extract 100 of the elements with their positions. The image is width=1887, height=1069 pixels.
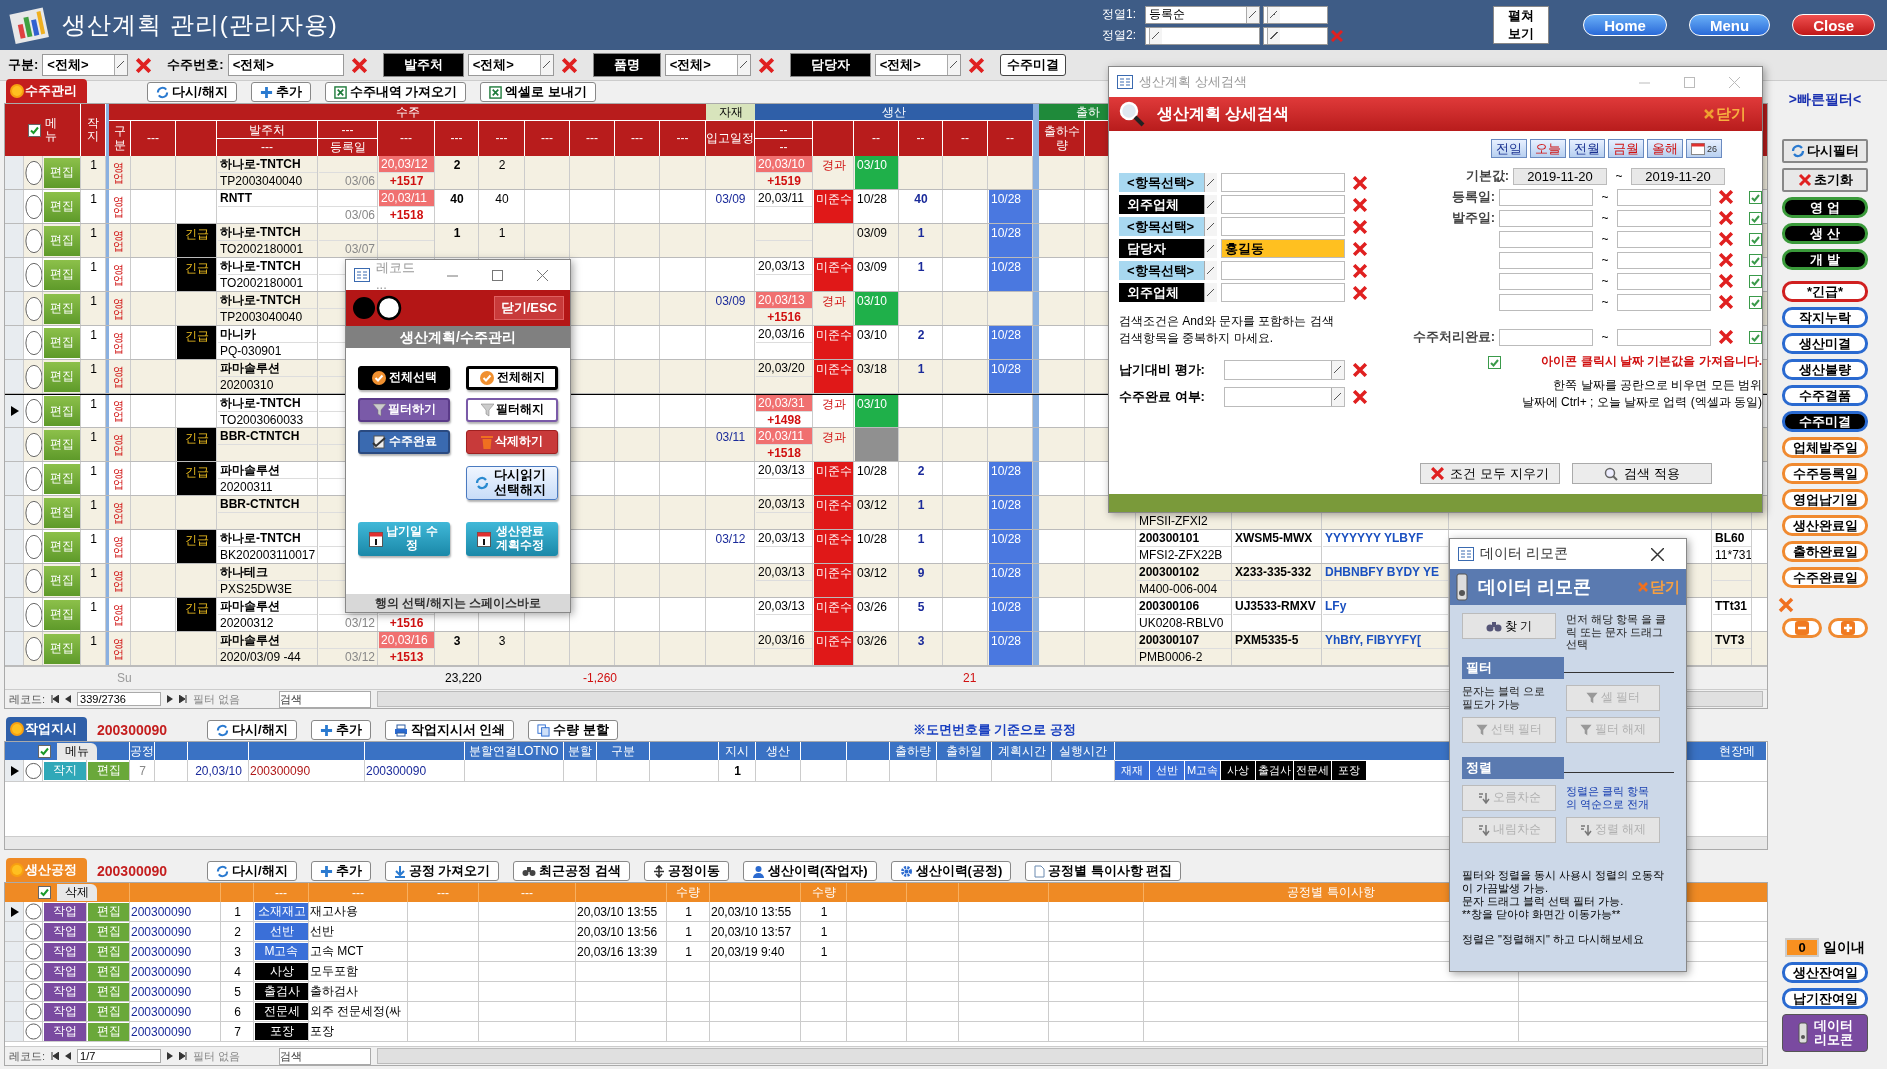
remaining-days-button[interactable]: 납기잔여일 xyxy=(1782,988,1868,1009)
date-field[interactable] xyxy=(1499,251,1593,269)
last-record-icon[interactable] xyxy=(179,1052,188,1060)
clear-icon[interactable] xyxy=(1353,285,1367,300)
search-field[interactable]: 검색 xyxy=(279,690,372,708)
clear-icon[interactable] xyxy=(1719,274,1733,288)
toolbar-button[interactable]: 수량 분할 xyxy=(528,720,618,740)
action-button[interactable]: 필터하기 xyxy=(358,398,450,422)
quick-filter-button[interactable]: 영 업 xyxy=(1782,197,1868,218)
horizontal-scrollbar[interactable] xyxy=(377,1048,1763,1064)
field-selector-dropdown[interactable]: 담당자 xyxy=(1119,239,1217,258)
date-field[interactable] xyxy=(1617,328,1711,346)
record-position-field[interactable]: 339/2736 xyxy=(77,692,162,706)
nav-button[interactable]: Close xyxy=(1792,14,1875,36)
row-select-circle[interactable] xyxy=(25,1003,42,1020)
clear-icon[interactable] xyxy=(1353,219,1367,234)
date-field[interactable] xyxy=(1617,293,1711,311)
toolbar-button[interactable]: 다시/해지 xyxy=(207,720,297,740)
quick-filter-button[interactable]: 수주결품 xyxy=(1782,385,1868,406)
date-field[interactable] xyxy=(1617,188,1711,206)
filter-dropdown[interactable]: <전체> xyxy=(664,54,751,76)
date-preset-button[interactable]: 올해 xyxy=(1647,139,1683,158)
row-select-circle[interactable] xyxy=(25,761,42,780)
work-button[interactable]: 작업 xyxy=(44,982,86,1001)
field-selector-dropdown[interactable]: <항목선택> xyxy=(1119,217,1217,236)
work-button[interactable]: 작업 xyxy=(44,1022,86,1041)
clear-icon[interactable] xyxy=(968,57,984,73)
quick-filter-button[interactable]: 출하완료일 xyxy=(1782,541,1868,562)
data-remote-button[interactable]: 데이터 리모콘 xyxy=(1782,1014,1868,1052)
date-field[interactable] xyxy=(1617,230,1711,248)
calendar-check-icon[interactable] xyxy=(1749,330,1762,344)
action-button[interactable]: 삭제하기 xyxy=(466,430,558,454)
toolbar-button[interactable]: 엑셀로 보내기 xyxy=(480,82,596,102)
action-button[interactable]: 다시읽기 선택해지 xyxy=(466,466,558,500)
toolbar-button[interactable]: 추가 xyxy=(310,861,371,881)
clear-icon[interactable] xyxy=(758,57,774,73)
clear-icon[interactable] xyxy=(1719,330,1733,344)
date-field[interactable] xyxy=(1499,272,1593,290)
quick-filter-button[interactable]: 다시필터 xyxy=(1782,139,1868,163)
calendar-check-icon[interactable] xyxy=(1749,190,1762,204)
date-field[interactable] xyxy=(1499,293,1593,311)
clear-icon[interactable] xyxy=(1353,263,1367,278)
clear-all-button[interactable]: 조건 모두 지우기 xyxy=(1420,463,1560,484)
sort-direction-dropdown[interactable] xyxy=(1263,5,1328,24)
days-field[interactable]: 0 xyxy=(1785,938,1819,957)
row-select-circle[interactable] xyxy=(25,923,42,940)
plus-button[interactable] xyxy=(1828,618,1868,638)
clear-icon[interactable] xyxy=(1719,232,1733,246)
work-button[interactable]: 작업 xyxy=(44,1002,86,1021)
clear-icon[interactable] xyxy=(351,57,367,73)
clear-icon[interactable] xyxy=(1353,175,1367,190)
row-select-circle[interactable] xyxy=(25,903,42,920)
minus-button[interactable] xyxy=(1782,618,1822,638)
search-value-field[interactable]: 홍길동 xyxy=(1220,239,1345,258)
date-preset-button[interactable]: 금월 xyxy=(1608,139,1644,158)
date-field[interactable] xyxy=(1499,328,1593,346)
nav-button[interactable]: Home xyxy=(1583,14,1667,36)
work-button[interactable]: 작업 xyxy=(44,922,86,941)
remaining-days-button[interactable]: 생산잔여일 xyxy=(1782,962,1868,983)
nav-button[interactable]: Menu xyxy=(1688,14,1771,36)
toolbar-button[interactable]: 다시/해지 xyxy=(147,82,237,102)
date-field[interactable] xyxy=(1499,209,1593,227)
field-selector-dropdown[interactable]: 외주업체 xyxy=(1119,283,1217,302)
quick-filter-button[interactable]: 초기화 xyxy=(1782,168,1868,192)
sort-dropdown[interactable] xyxy=(1145,26,1260,45)
date-field[interactable] xyxy=(1617,272,1711,290)
quick-filter-button[interactable]: *긴급* xyxy=(1782,281,1868,302)
row-select-circle[interactable] xyxy=(25,943,42,960)
search-value-field[interactable] xyxy=(1220,217,1345,236)
unresolved-orders-button[interactable]: 수주미결 xyxy=(999,54,1066,76)
quick-filter-button[interactable]: 수주완료일 xyxy=(1782,567,1868,588)
search-value-field[interactable] xyxy=(1220,173,1345,192)
row-select-circle[interactable] xyxy=(25,1023,42,1040)
calendar-check-icon[interactable] xyxy=(1749,253,1762,267)
first-record-icon[interactable] xyxy=(51,1052,60,1060)
date-field[interactable] xyxy=(1617,209,1711,227)
clear-icon[interactable] xyxy=(1719,190,1733,204)
quick-filter-button[interactable]: 작지누락 xyxy=(1782,307,1868,328)
checkbox-icon[interactable] xyxy=(28,123,41,137)
toolbar-button[interactable]: 수주내역 가져오기 xyxy=(324,82,467,102)
last-record-icon[interactable] xyxy=(179,695,188,703)
calendar-check-icon[interactable] xyxy=(1749,274,1762,288)
search-value-field[interactable] xyxy=(1220,195,1345,214)
toolbar-button[interactable]: 공정이동 xyxy=(643,861,729,881)
quick-filter-button[interactable]: 업체발주일 xyxy=(1782,437,1868,458)
toolbar-button[interactable]: 추가 xyxy=(310,720,371,740)
record-selector[interactable] xyxy=(5,902,24,921)
search-field[interactable]: 검색 xyxy=(279,1047,372,1065)
section-tab[interactable]: 수주관리 xyxy=(6,79,87,103)
close-icon[interactable] xyxy=(1651,547,1664,561)
checkbox-icon[interactable] xyxy=(37,886,51,899)
close-esc-button[interactable]: 닫기/ESC xyxy=(493,296,564,320)
record-position-field[interactable]: 1/7 xyxy=(77,1049,162,1063)
filter-dropdown[interactable]: <전체> xyxy=(42,54,129,76)
expand-view-button[interactable]: 펼쳐 보기 xyxy=(1493,6,1549,44)
checkbox-icon[interactable] xyxy=(37,744,51,758)
clear-icon[interactable] xyxy=(136,57,152,73)
quick-filter-button[interactable]: 생산미결 xyxy=(1782,333,1868,354)
quick-filter-button[interactable]: 생산완료일 xyxy=(1782,515,1868,536)
next-record-icon[interactable] xyxy=(167,1052,174,1060)
